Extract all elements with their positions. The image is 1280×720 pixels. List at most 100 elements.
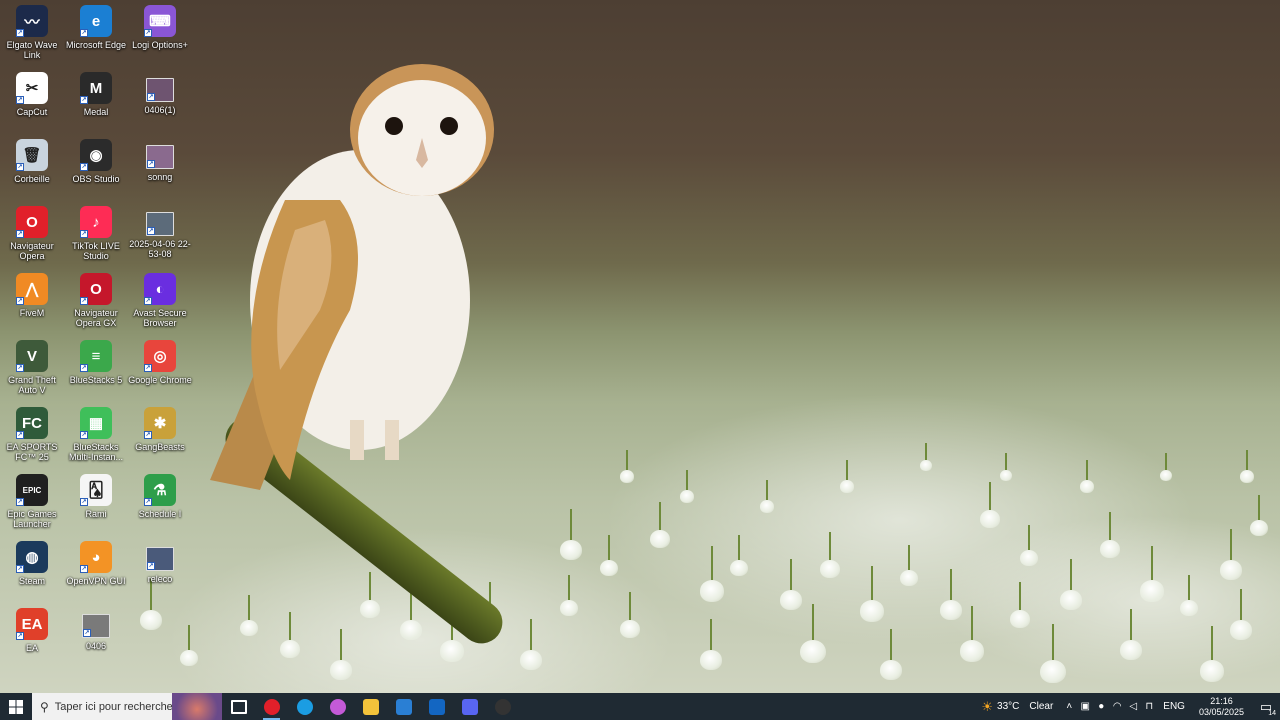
flower [820, 560, 840, 578]
flower [840, 480, 854, 493]
flower-stem [710, 619, 712, 650]
desktop-icon[interactable]: O ↗ Navigateur Opera [0, 206, 64, 261]
usb-icon[interactable]: ⊓ [1141, 693, 1157, 720]
taskbar-app-button[interactable] [486, 693, 519, 720]
flower [560, 540, 582, 560]
start-button[interactable] [0, 693, 32, 720]
taskbar-app-button[interactable] [387, 693, 420, 720]
flower-stem [1165, 453, 1167, 470]
taskbar-app-button[interactable] [288, 693, 321, 720]
desktop-icon[interactable]: ↗ sonng [128, 139, 192, 182]
desktop-icon[interactable]: 🗑 ↗ Corbeille [0, 139, 64, 184]
capcut-icon: ✂ ↗ [16, 72, 48, 104]
flower [860, 600, 884, 622]
shortcut-arrow-icon: ↗ [144, 364, 152, 372]
recycle-bin-icon: 🗑 ↗ [16, 139, 48, 171]
desktop-icon[interactable]: ⌨ ↗ Logi Options+ [128, 5, 192, 50]
desktop-icon[interactable]: ↗ releco [128, 541, 192, 584]
shortcut-arrow-icon: ↗ [16, 632, 24, 640]
clock[interactable]: 21:16 03/05/2025 [1191, 693, 1252, 720]
weather-condition: Clear [1029, 701, 1054, 712]
desktop-icon[interactable]: ↗ 2025-04-06 22-53-08 [128, 206, 192, 259]
flower-stem [1211, 626, 1213, 660]
desktop-icon[interactable]: V ↗ Grand Theft Auto V [0, 340, 64, 395]
shortcut-arrow-icon: ↗ [144, 498, 152, 506]
weather-icon: ☀ [981, 698, 994, 714]
desktop-icon[interactable]: ◎ ↗ Google Chrome [128, 340, 192, 385]
taskbar-app-button[interactable] [321, 693, 354, 720]
desktop-icon-label: Microsoft Edge [65, 40, 127, 50]
microphone-icon[interactable]: ● [1093, 693, 1109, 720]
desktop-icon-label: 0406 [85, 641, 107, 651]
shortcut-arrow-icon: ↗ [147, 93, 155, 101]
desktop-icon[interactable]: 〰 ↗ Elgato Wave Link [0, 5, 64, 60]
desktop-icon[interactable]: EA ↗ EA [0, 608, 64, 653]
desktop-icon[interactable]: ≡ ↗ BlueStacks 5 [64, 340, 128, 385]
shortcut-arrow-icon: ↗ [80, 96, 88, 104]
shortcut-arrow-icon: ↗ [16, 297, 24, 305]
flower [900, 570, 918, 587]
desktop-icon[interactable]: ◐ ↗ Avast Secure Browser [128, 273, 192, 328]
taskbar-app-button[interactable] [255, 693, 288, 720]
taskbar-app-button[interactable] [420, 693, 453, 720]
flower-stem [1130, 609, 1132, 640]
obs-icon [494, 698, 511, 715]
speaker-icon[interactable]: ◁ [1125, 693, 1141, 720]
shortcut-arrow-icon: ↗ [80, 297, 88, 305]
video-file-icon: ↗ [146, 145, 174, 169]
clock-time: 21:16 [1210, 695, 1233, 706]
desktop-icon[interactable]: FC ↗ EA SPORTS FC™ 25 [0, 407, 64, 462]
desktop-icon[interactable]: e ↗ Microsoft Edge [64, 5, 128, 50]
desktop-icon[interactable]: O ↗ Navigateur Opera GX [64, 273, 128, 328]
chevron-up-icon[interactable]: ˄ [1061, 693, 1077, 720]
flower [440, 640, 464, 662]
desktop-icon[interactable]: ⋀ ↗ FiveM [0, 273, 64, 318]
desktop-icon[interactable]: ✂ ↗ CapCut [0, 72, 64, 117]
desktop-icon[interactable]: 🂡 ↗ Rami [64, 474, 128, 519]
taskbar-app-button[interactable] [354, 693, 387, 720]
opera-icon: O ↗ [16, 206, 48, 238]
desktop-icon-label: GangBeasts [135, 442, 185, 452]
video-file-icon: ↗ [146, 78, 174, 102]
shortcut-arrow-icon: ↗ [147, 160, 155, 168]
search-placeholder: Taper ici pour rechercher [54, 700, 177, 713]
desktop-icon[interactable]: ♪ ↗ TikTok LIVE Studio [64, 206, 128, 261]
weather-widget[interactable]: ☀ 33°C Clear [973, 693, 1061, 720]
taskbar-app-button[interactable] [222, 693, 255, 720]
flower [1200, 660, 1224, 682]
avast-browser-icon: ◐ ↗ [144, 273, 176, 305]
flower-stem [1151, 546, 1153, 580]
flower-stem [289, 612, 291, 640]
desktop-icon[interactable]: M ↗ Medal [64, 72, 128, 117]
outlook-icon [428, 698, 445, 715]
flower [1220, 560, 1242, 580]
taskbar-app-button[interactable] [453, 693, 486, 720]
shortcut-arrow-icon: ↗ [144, 29, 152, 37]
language-indicator[interactable]: ENG [1157, 693, 1191, 720]
desktop-icon[interactable]: ◉ ↗ OBS Studio [64, 139, 128, 184]
desktop-icon[interactable]: ⚗ ↗ Schedule I [128, 474, 192, 519]
desktop-icon[interactable]: ◕ ↗ OpenVPN GUI [64, 541, 128, 586]
desktop-icon[interactable]: EPIC ↗ Epic Games Launcher [0, 474, 64, 529]
flower-stem [1070, 559, 1072, 590]
network-tray-icon[interactable]: ▣ [1077, 693, 1093, 720]
desktop-icon[interactable]: ✱ ↗ GangBeasts [128, 407, 192, 452]
shortcut-arrow-icon: ↗ [16, 565, 24, 573]
desktop-icon[interactable]: ◍ ↗ Steam [0, 541, 64, 586]
shortcut-arrow-icon: ↗ [80, 431, 88, 439]
desktop-icon-label: 2025-04-06 22-53-08 [129, 239, 191, 259]
flower [1180, 600, 1198, 617]
taskbar-search-input[interactable]: ⚲ Taper ici pour rechercher [32, 693, 222, 720]
notification-center-button[interactable]: ▭ 14 [1252, 693, 1280, 720]
wifi-icon[interactable]: ◠ [1109, 693, 1125, 720]
flower-stem [1005, 453, 1007, 470]
openvpn-icon: ◕ ↗ [80, 541, 112, 573]
desktop-icon-label: Avast Secure Browser [133, 308, 187, 328]
desktop-icon[interactable]: ↗ 0406 [64, 608, 128, 651]
desktop-icon[interactable]: ↗ 0406(1) [128, 72, 192, 115]
desktop-icon-label: Grand Theft Auto V [8, 375, 56, 395]
desktop-icon[interactable]: ▦ ↗ BlueStacks Multi-Instan... [64, 407, 128, 462]
desktop-icon-label: Elgato Wave Link [6, 40, 58, 60]
flower [1240, 470, 1254, 483]
shortcut-arrow-icon: ↗ [16, 431, 24, 439]
